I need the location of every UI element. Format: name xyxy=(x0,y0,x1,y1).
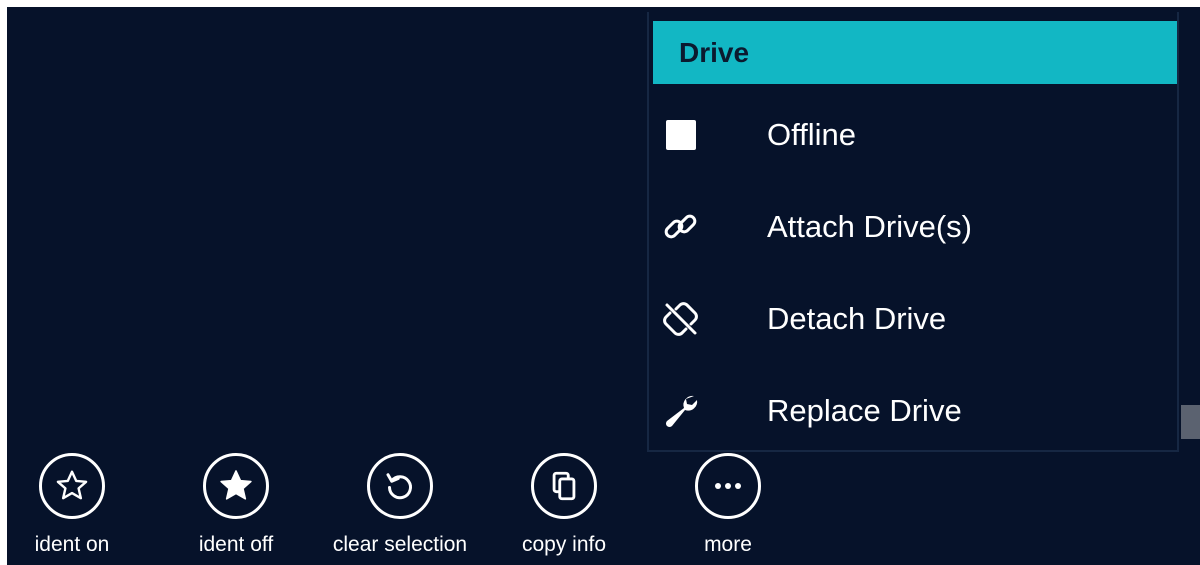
menu-item-label: Detach Drive xyxy=(767,301,947,336)
action-label: more xyxy=(704,533,752,556)
scrollbar-thumb[interactable] xyxy=(1181,405,1200,439)
ident-on-button[interactable]: ident on xyxy=(7,453,157,563)
checkbox-icon[interactable] xyxy=(661,115,701,155)
star-outline-icon xyxy=(39,453,105,519)
copy-icon xyxy=(531,453,597,519)
main-canvas: Drive Offline Attach Drive(s) Detach Dri… xyxy=(7,7,1200,565)
menu-item-replace-drive[interactable]: Replace Drive xyxy=(649,371,1177,451)
link-icon xyxy=(661,207,701,247)
copy-info-button[interactable]: copy info xyxy=(479,453,649,563)
more-button[interactable]: more xyxy=(643,453,813,563)
unlink-icon xyxy=(661,299,701,339)
menu-item-label: Offline xyxy=(767,117,857,152)
menu-item-label: Attach Drive(s) xyxy=(767,209,972,244)
menu-header: Drive xyxy=(653,21,1177,84)
action-label: ident on xyxy=(34,533,110,556)
menu-item-label: Replace Drive xyxy=(767,393,962,428)
wrench-icon xyxy=(661,391,701,431)
action-label: clear selection xyxy=(332,533,468,556)
menu-item-attach-drive[interactable]: Attach Drive(s) xyxy=(649,187,1177,267)
clear-selection-button[interactable]: clear selection xyxy=(315,453,485,563)
undo-icon xyxy=(367,453,433,519)
menu-item-detach-drive[interactable]: Detach Drive xyxy=(649,279,1177,359)
star-filled-icon xyxy=(203,453,269,519)
drive-menu: Drive Offline Attach Drive(s) Detach Dri… xyxy=(647,12,1179,452)
menu-item-offline[interactable]: Offline xyxy=(649,95,1177,175)
ident-off-button[interactable]: ident off xyxy=(151,453,321,563)
action-bar: ident on ident off clear selection copy … xyxy=(7,447,787,565)
action-label: ident off xyxy=(198,533,274,556)
action-label: copy info xyxy=(521,533,607,556)
more-icon xyxy=(695,453,761,519)
